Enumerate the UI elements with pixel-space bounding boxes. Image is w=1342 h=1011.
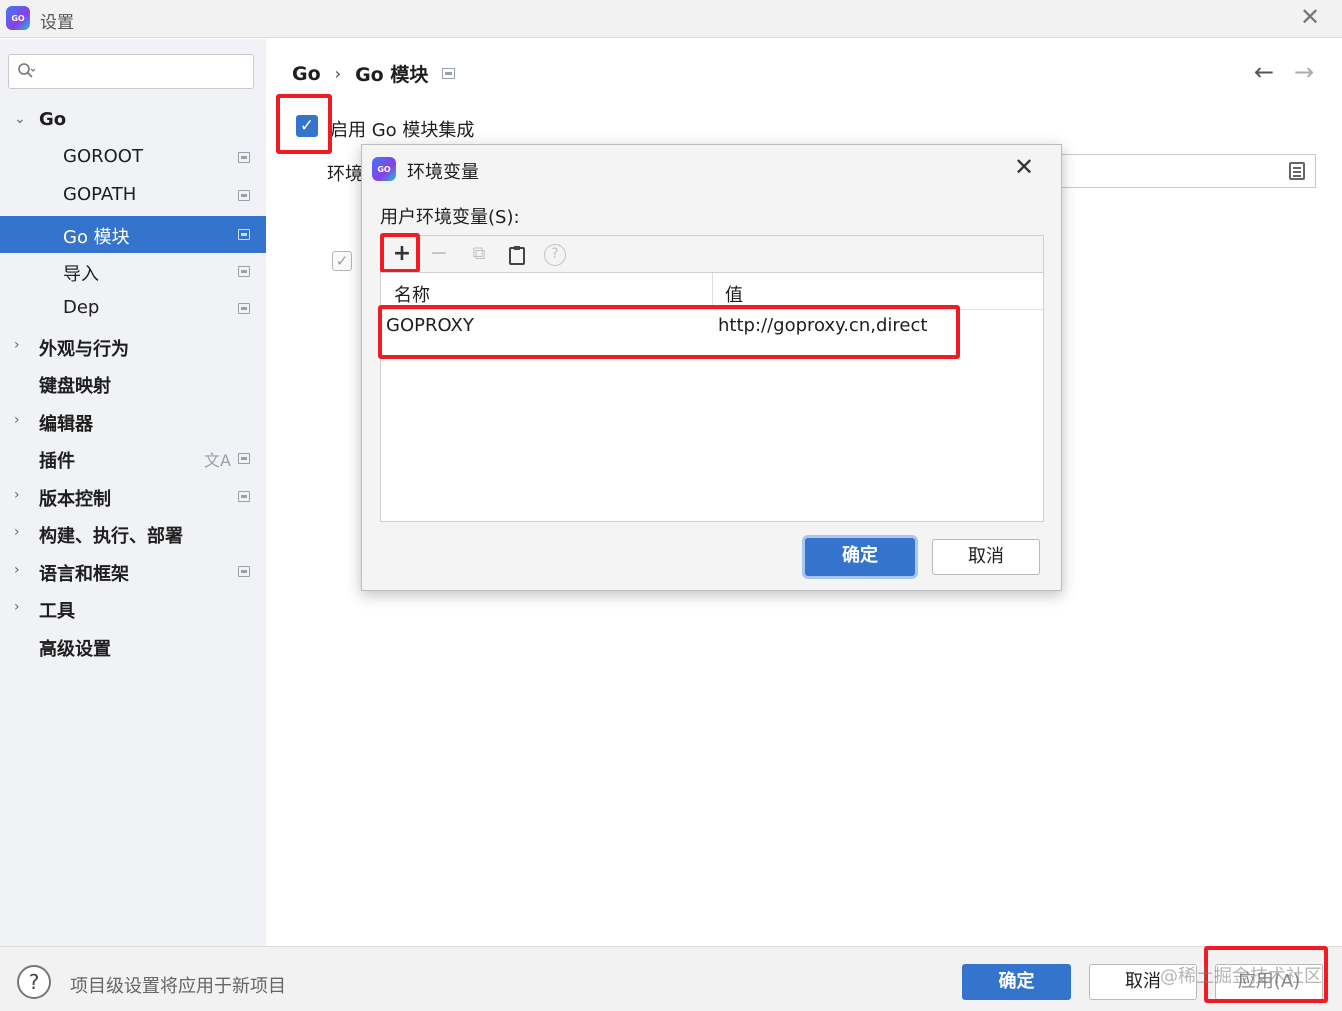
enable-go-modules-label: 启用 Go 模块集成	[330, 120, 475, 141]
project-scope-icon	[238, 453, 250, 464]
chevron-down-icon: ⌄	[14, 111, 26, 127]
dialog-title: 环境变量	[407, 162, 479, 183]
sidebar-item-keymap[interactable]: 键盘映射	[0, 365, 266, 402]
chevron-right-icon: ›	[14, 524, 20, 540]
sidebar-item-goroot[interactable]: GOROOT	[0, 139, 266, 176]
forward-arrow-icon[interactable]: →	[1294, 58, 1314, 86]
column-header-name[interactable]: 名称	[394, 281, 430, 307]
chevron-right-icon: ›	[14, 562, 20, 578]
translate-icon: 文A	[204, 451, 231, 470]
sidebar-item-label: GOROOT	[63, 146, 143, 167]
search-icon	[18, 63, 35, 78]
project-scope-icon	[238, 266, 250, 277]
sidebar-item-label: 插件	[39, 451, 75, 472]
sidebar-item-go[interactable]: ⌄ Go	[0, 102, 266, 139]
sidebar-item-appearance[interactable]: › 外观与行为	[0, 328, 266, 365]
chevron-right-icon: ›	[14, 412, 20, 428]
environment-label: 环境	[327, 164, 363, 185]
project-scope-icon	[238, 190, 250, 201]
chevron-right-icon: ›	[14, 487, 20, 503]
sidebar-item-label: Dep	[63, 297, 100, 318]
sidebar-item-label: 工具	[39, 601, 75, 622]
sidebar-item-advanced[interactable]: 高级设置	[0, 628, 266, 665]
sidebar-item-label: 外观与行为	[39, 339, 129, 360]
window-title: 设置	[40, 13, 74, 33]
breadcrumb-current: Go 模块	[355, 64, 429, 86]
dialog-close-icon[interactable]: ✕	[1014, 153, 1034, 181]
sidebar-item-vcs[interactable]: › 版本控制	[0, 478, 266, 515]
sidebar-item-label: 构建、执行、部署	[39, 526, 183, 547]
sidebar-item-label: 编辑器	[39, 414, 93, 435]
sidebar-item-label: GOPATH	[63, 184, 137, 205]
env-variables-dialog: GO 环境变量 ✕ 用户环境变量(S): + − ⧉ ? 名称 值 GOPROX…	[361, 144, 1062, 591]
sidebar-item-editor[interactable]: › 编辑器	[0, 403, 266, 440]
sidebar-item-gopath[interactable]: GOPATH	[0, 177, 266, 214]
env-table-toolbar: + − ⧉ ?	[380, 235, 1044, 273]
sidebar-item-build[interactable]: › 构建、执行、部署	[0, 515, 266, 552]
sidebar-item-plugins[interactable]: 插件 文A	[0, 440, 266, 477]
title-bar: GO 设置 ✕	[0, 0, 1342, 38]
goland-app-icon: GO	[372, 157, 396, 181]
sidebar-item-dep[interactable]: Dep	[0, 290, 266, 327]
watermark-text: @稀土掘金技术社区	[1160, 966, 1322, 987]
highlight-box-row	[378, 305, 960, 359]
sidebar-item-label: 语言和框架	[39, 564, 129, 585]
sidebar-item-label: 版本控制	[39, 489, 111, 510]
remove-icon[interactable]: −	[427, 243, 451, 267]
breadcrumb-parent[interactable]: Go	[292, 63, 321, 85]
window-close-icon[interactable]: ✕	[1297, 4, 1323, 30]
dialog-cancel-button[interactable]: 取消	[932, 539, 1040, 575]
column-header-value[interactable]: 值	[725, 281, 743, 307]
paste-icon[interactable]	[505, 243, 529, 267]
browse-document-icon[interactable]	[1289, 162, 1305, 180]
settings-ok-button[interactable]: 确定	[962, 964, 1071, 1000]
status-text: 项目级设置将应用于新项目	[70, 976, 286, 997]
sidebar-item-imports[interactable]: 导入	[0, 253, 266, 290]
highlight-box-checkbox	[276, 94, 332, 154]
dialog-ok-button[interactable]: 确定	[805, 538, 915, 576]
chevron-right-icon: ›	[14, 599, 20, 615]
goland-app-icon: GO	[6, 6, 30, 30]
project-scope-icon	[238, 566, 250, 577]
project-scope-icon	[238, 303, 250, 314]
settings-sidebar: ⌄ Go GOROOT GOPATH Go 模块 导入 Dep › 外观与行为 …	[0, 39, 266, 946]
breadcrumb-separator: ›	[334, 64, 342, 83]
project-scope-icon	[442, 68, 455, 79]
sidebar-item-go-modules[interactable]: Go 模块	[0, 216, 266, 253]
project-scope-icon	[238, 229, 250, 240]
settings-search-input[interactable]	[8, 54, 254, 89]
sidebar-item-label: Go	[39, 109, 67, 130]
back-arrow-icon[interactable]: ←	[1254, 58, 1274, 86]
sidebar-item-label: 键盘映射	[39, 376, 111, 397]
project-scope-icon	[238, 491, 250, 502]
help-icon[interactable]: ?	[544, 244, 566, 266]
copy-icon[interactable]: ⧉	[467, 243, 491, 267]
sidebar-item-label: 高级设置	[39, 639, 111, 660]
breadcrumb: Go › Go 模块	[292, 60, 428, 87]
help-button[interactable]: ?	[17, 965, 51, 999]
environment-field[interactable]	[1050, 154, 1316, 188]
sidebar-item-label: Go 模块	[63, 227, 130, 248]
sidebar-item-label: 导入	[63, 264, 99, 285]
project-scope-icon	[238, 152, 250, 163]
highlight-box-add	[380, 233, 420, 273]
sidebar-item-tools[interactable]: › 工具	[0, 590, 266, 627]
chevron-right-icon: ›	[14, 337, 20, 353]
vendoring-checkbox[interactable]: ✓	[332, 251, 352, 271]
user-env-vars-label: 用户环境变量(S):	[380, 207, 520, 228]
sidebar-item-languages[interactable]: › 语言和框架	[0, 553, 266, 590]
